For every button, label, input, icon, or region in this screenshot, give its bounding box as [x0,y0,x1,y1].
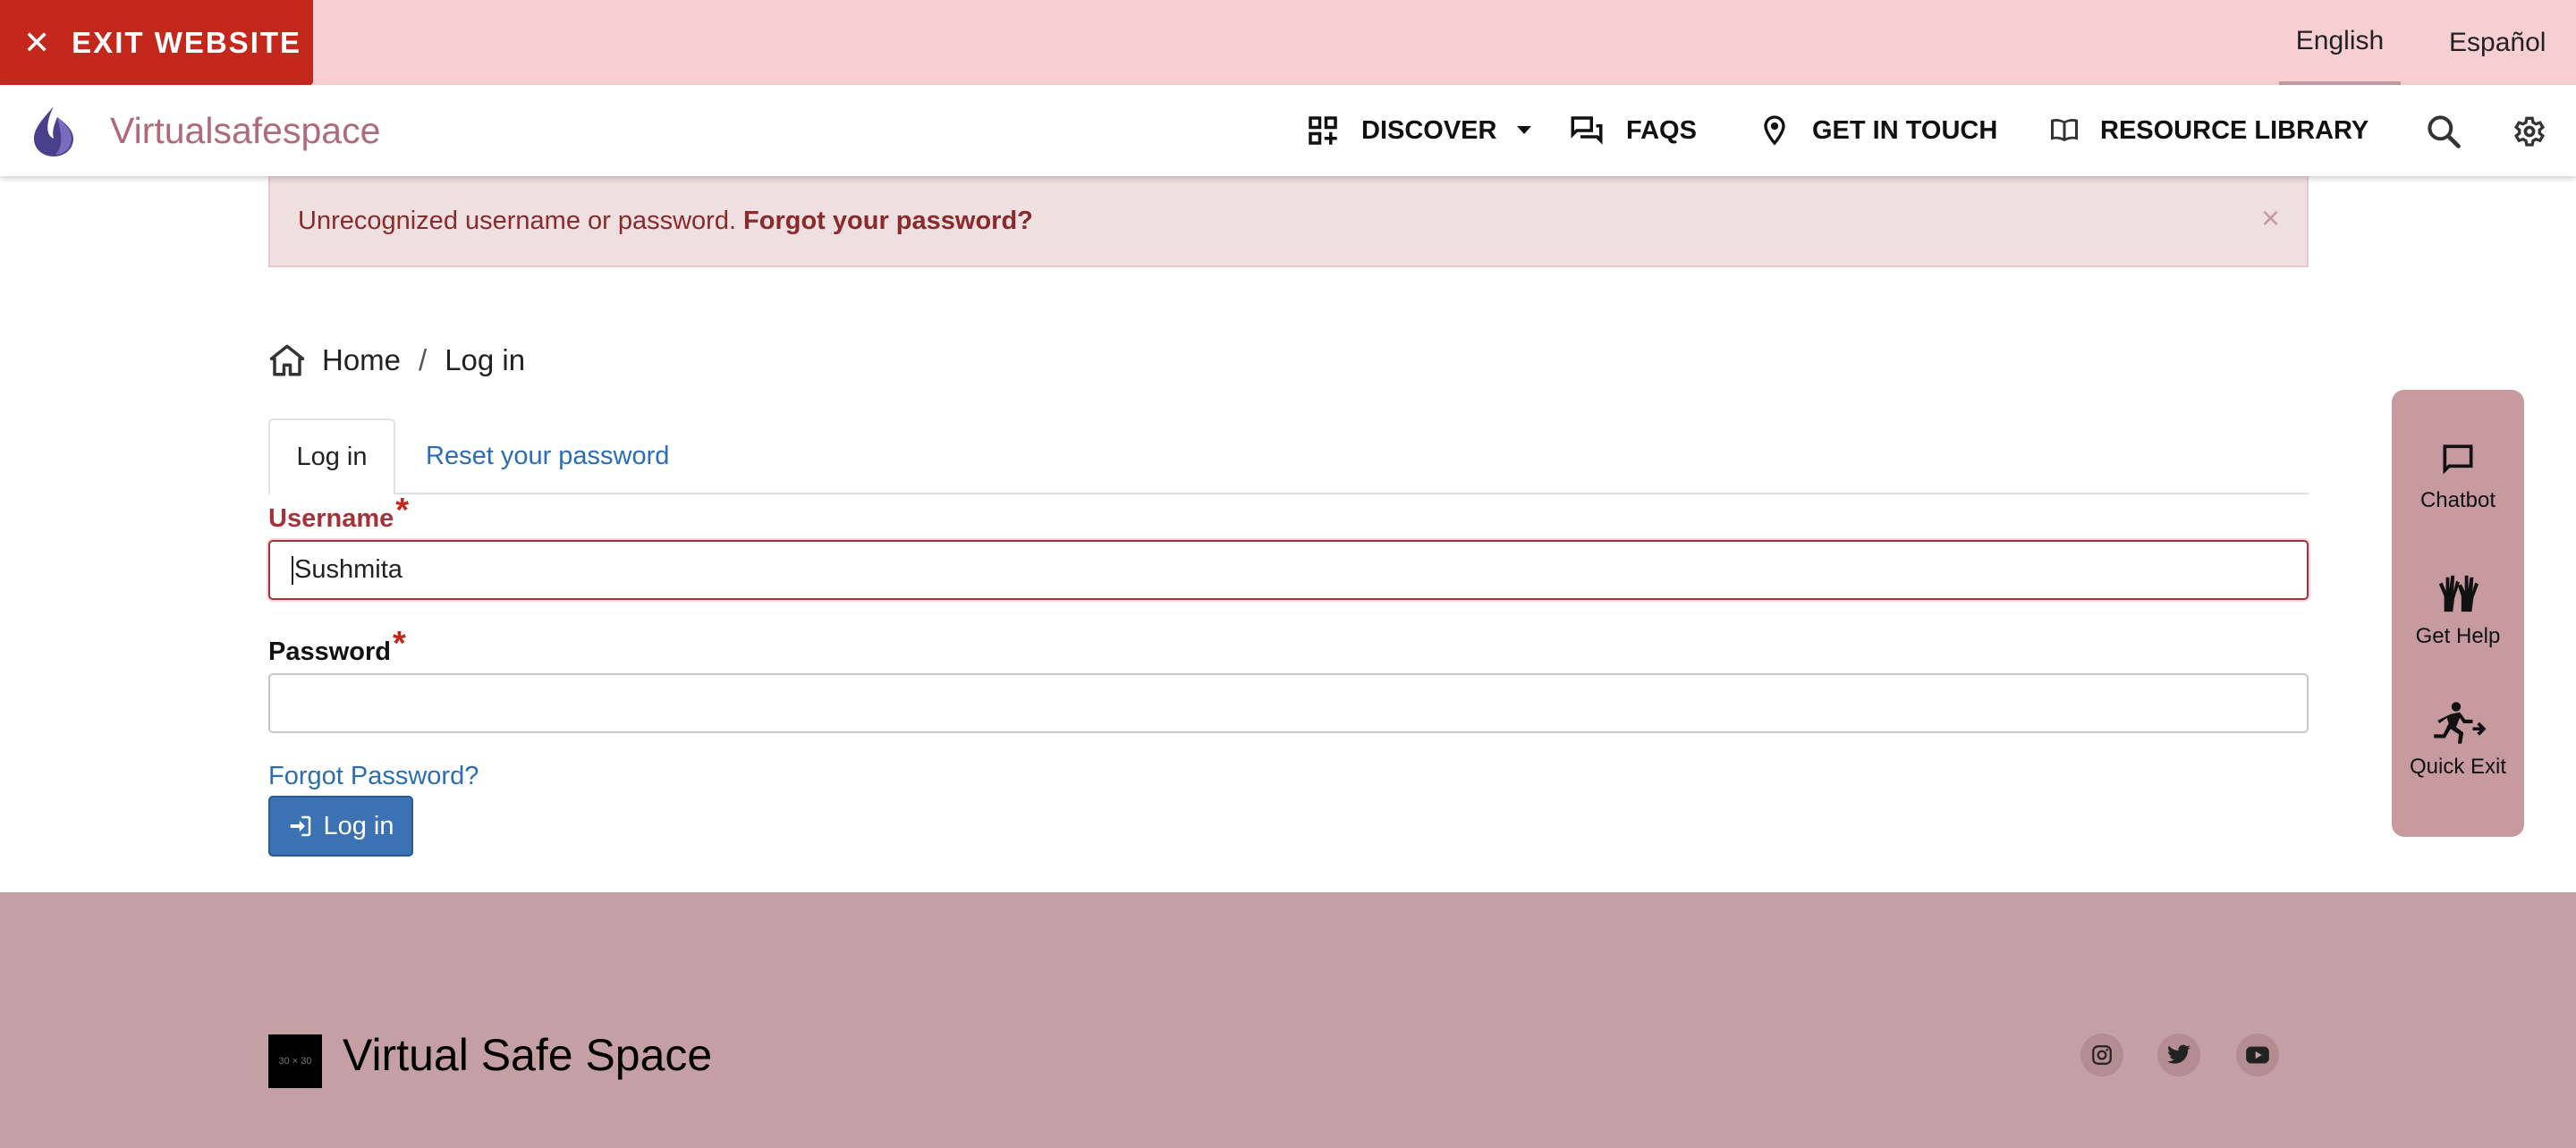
footer-title: Virtual Safe Space [343,1030,713,1080]
language-english[interactable]: English [2279,0,2401,85]
side-help-widget: Chatbot Get Help Quick Exit [2392,390,2524,837]
nav-faqs[interactable]: FAQS [1567,85,1697,176]
quick-exit-label: Quick Exit [2409,755,2507,779]
nav-faqs-label: FAQS [1626,115,1697,145]
log-in-button[interactable]: Log in [268,796,413,857]
breadcrumb-current: Log in [445,343,526,376]
sign-in-icon [291,815,311,837]
alert-forgot-password-link[interactable]: Forgot your password? [743,207,1033,236]
forgot-password-link[interactable]: Forgot Password? [268,762,479,791]
main-nav: Virtualsafespace DISCOVER FAQS GET IN TO… [0,85,2576,176]
brand-name[interactable]: Virtualsafespace [110,85,380,176]
username-value: Sushmita [294,555,402,584]
breadcrumb: Home / Log in [268,335,525,385]
nav-discover-label: DISCOVER [1361,115,1497,145]
forum-icon [1571,116,1603,145]
password-label-text: Password [268,637,391,666]
log-in-button-label: Log in [323,811,394,840]
instagram-icon[interactable] [2080,1034,2123,1076]
username-field[interactable]: Sushmita [268,540,2309,600]
footer-logo[interactable]: 30 × 30 [268,1034,322,1088]
breadcrumb-home[interactable]: Home [322,343,401,377]
exit-website-button[interactable]: ✕ EXIT WEBSITE [0,0,313,85]
username-label: Username* [268,492,409,536]
nav-resource-library[interactable]: RESOURCE LIBRARY [2048,85,2368,176]
raised-hands-icon [2438,575,2479,612]
instagram-glyph [2092,1045,2112,1065]
required-marker: * [395,492,410,529]
alert-close-button[interactable]: × [2261,199,2280,237]
twitter-icon[interactable] [2157,1034,2200,1076]
text-caret [292,555,293,585]
running-person-icon [2434,702,2487,744]
get-help-label: Get Help [2415,624,2501,648]
chat-icon [2443,444,2473,475]
tab-reset-password[interactable]: Reset your password [426,418,669,494]
location-pin-icon [1764,115,1785,146]
nav-resource-library-label: RESOURCE LIBRARY [2100,115,2369,145]
required-marker: * [393,625,406,663]
language-espanol[interactable]: Español [2449,0,2546,85]
username-label-text: Username [268,504,394,533]
footer: 30 × 30 Virtual Safe Space [0,892,2576,1148]
alert-message: Unrecognized username or password. [298,206,737,235]
breadcrumb-separator: / [419,343,428,376]
chatbot-button[interactable]: Chatbot [2392,440,2524,513]
password-field[interactable] [268,673,2309,733]
exit-website-label: EXIT WEBSITE [72,25,302,59]
youtube-icon[interactable] [2236,1034,2279,1076]
tabs: Log in Reset your password [268,418,2309,495]
error-alert: Unrecognized username or password. Forgo… [268,176,2309,267]
quick-exit-button[interactable]: Quick Exit [2392,701,2524,780]
close-icon: ✕ [23,23,53,61]
gear-icon[interactable] [2510,112,2549,151]
caret-down-icon[interactable] [1516,125,1532,136]
top-bar: ✕ EXIT WEBSITE English Español [0,0,2576,85]
chatbot-label: Chatbot [2419,488,2496,512]
search-icon[interactable] [2424,112,2463,151]
get-help-button[interactable]: Get Help [2392,570,2524,649]
nav-get-in-touch[interactable]: GET IN TOUCH [1757,85,1997,176]
twitter-glyph [2167,1044,2190,1064]
nav-get-in-touch-label: GET IN TOUCH [1812,115,1998,145]
dashboard-icon [1309,116,1337,145]
site-logo-icon[interactable] [27,103,80,158]
password-label: Password* [268,625,406,669]
youtube-glyph [2246,1046,2269,1064]
home-icon[interactable] [268,342,306,378]
tab-log-in[interactable]: Log in [268,418,395,495]
nav-discover[interactable]: DISCOVER [1304,85,1532,176]
book-icon [2051,119,2078,141]
